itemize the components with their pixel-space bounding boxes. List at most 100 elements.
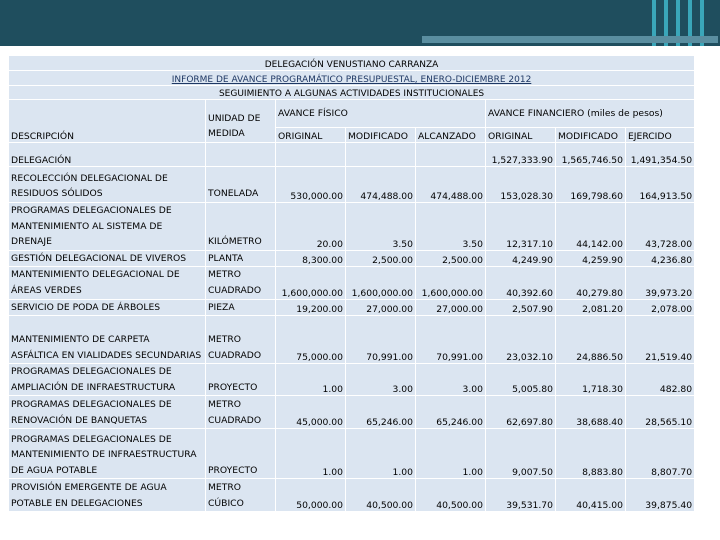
- table-row-delegacion: DELEGACIÓN 1,527,333.90 1,565,746.50 1,4…: [8, 142, 696, 167]
- row-unidad: PROYECTO: [205, 363, 276, 397]
- row-original: 1,600,000.00: [275, 266, 346, 300]
- row-original: 530,000.00: [275, 166, 346, 203]
- row-description: PROGRAMAS DELEGACIONALES DE MANTENIMIENTO…: [8, 202, 206, 251]
- row-unidad: TONELADA: [205, 166, 276, 203]
- row-original-financiero: 12,317.10: [485, 202, 556, 251]
- row-ejercido: 482.80: [624, 363, 696, 397]
- col-header-avance-financiero: AVANCE FINANCIERO (miles de pesos): [484, 99, 696, 128]
- row-unidad: METRO CUADRADO: [205, 395, 276, 430]
- table-row: GESTIÓN DELEGACIONAL DE VIVEROS PLANTA 8,3…: [8, 249, 696, 268]
- row-original-financiero: 9,007.50: [485, 428, 556, 480]
- row-ejercido: 8,807.70: [624, 428, 696, 480]
- row-unidad: METRO CUADRADO: [205, 266, 276, 300]
- table-row: PROGRAMAS DELEGACIONALES DE MANTENIMIENTO…: [8, 428, 696, 480]
- row-original: 20.00: [275, 202, 346, 251]
- row-alcanzado: 27,000.00: [415, 298, 486, 317]
- row-modificado: 65,246.00: [345, 395, 416, 430]
- row-modificado-financiero: 2,081.20: [555, 298, 626, 317]
- row-description: SERVICIO DE PODA DE ÁRBOLES: [8, 298, 206, 317]
- row-unidad: PIEZA: [205, 298, 276, 317]
- row-description: GESTIÓN DELEGACIONAL DE VIVEROS: [8, 249, 206, 268]
- row-ejercido: 43,728.00: [624, 202, 696, 251]
- delegacion-modificado: 1,565,746.50: [555, 142, 626, 167]
- delegacion-label: DELEGACIÓN: [8, 142, 206, 167]
- row-modificado: 3.00: [345, 363, 416, 397]
- col-header-descripcion: DESCRIPCIÓN: [8, 99, 206, 143]
- row-ejercido: 4,236.80: [624, 249, 696, 268]
- row-original: 45,000.00: [275, 395, 346, 430]
- col-header-original-financiero: ORIGINAL: [485, 127, 556, 143]
- row-ejercido: 21,519.40: [624, 315, 696, 365]
- row-alcanzado: 1.00: [415, 428, 486, 480]
- col-header-original: ORIGINAL: [275, 127, 346, 143]
- row-modificado: 27,000.00: [345, 298, 416, 317]
- row-alcanzado: 3.50: [415, 202, 486, 251]
- row-ejercido: 2,078.00: [624, 298, 696, 317]
- row-original-financiero: 153,028.30: [485, 166, 556, 203]
- col-header-avance-fisico: AVANCE FÍSICO: [275, 99, 486, 128]
- delegacion-ejercido: 1,491,354.50: [624, 142, 696, 167]
- row-modificado: 1,600,000.00: [345, 266, 416, 300]
- row-original-financiero: 23,032.10: [485, 315, 556, 365]
- row-description: PROGRAMAS DELEGACIONALES DE MANTENIMIENTO…: [8, 428, 206, 480]
- row-description: PROGRAMAS DELEGACIONALES DE AMPLIACIÓN DE…: [8, 363, 206, 397]
- row-ejercido: 164,913.50: [624, 166, 696, 203]
- col-header-modificado: MODIFICADO: [345, 127, 416, 143]
- row-ejercido: 39,875.40: [624, 478, 696, 513]
- row-modificado-financiero: 40,415.00: [555, 478, 626, 513]
- row-alcanzado: 1,600,000.00: [415, 266, 486, 300]
- row-description: RECOLECCIÓN DELEGACIONAL DE RESIDUOS SÓLI…: [8, 166, 206, 203]
- row-modificado-financiero: 1,718.30: [555, 363, 626, 397]
- row-modificado: 1.00: [345, 428, 416, 480]
- row-modificado-financiero: 40,279.80: [555, 266, 626, 300]
- report-subtitle: INFORME DE AVANCE PROGRAMÁTICO PRESUPUES…: [7, 70, 696, 86]
- row-description: MANTENIMIENTO DELEGACIONAL DE ÁREAS VERDE…: [8, 266, 206, 300]
- row-alcanzado: 2,500.00: [415, 249, 486, 268]
- col-header-ejercido: EJERCIDO: [624, 127, 696, 143]
- row-ejercido: 28,565.10: [624, 395, 696, 430]
- row-alcanzado: 40,500.00: [415, 478, 486, 513]
- row-original-financiero: 2,507.90: [485, 298, 556, 317]
- row-original: 1.00: [275, 363, 346, 397]
- row-original-financiero: 39,531.70: [485, 478, 556, 513]
- report-title: DELEGACIÓN VENUSTIANO CARRANZA: [7, 55, 696, 71]
- row-unidad: PROYECTO: [205, 428, 276, 480]
- table-row: MANTENIMIENTO DE CARPETA ASFÁLTICA EN VIA…: [8, 315, 696, 365]
- table-row: SERVICIO DE PODA DE ÁRBOLES PIEZA 19,200.0…: [8, 298, 696, 317]
- row-modificado-financiero: 24,886.50: [555, 315, 626, 365]
- col-header-alcanzado: ALCANZADO: [415, 127, 486, 143]
- row-modificado: 3.50: [345, 202, 416, 251]
- row-modificado-financiero: 38,688.40: [555, 395, 626, 430]
- row-description: MANTENIMIENTO DE CARPETA ASFÁLTICA EN VIA…: [8, 315, 206, 365]
- row-modificado: 70,991.00: [345, 315, 416, 365]
- row-alcanzado: 70,991.00: [415, 315, 486, 365]
- decorative-accent-bar: [422, 36, 718, 43]
- row-unidad: METRO CÚBICO: [205, 478, 276, 513]
- row-original: 8,300.00: [275, 249, 346, 268]
- row-original: 1.00: [275, 428, 346, 480]
- row-modificado-financiero: 169,798.60: [555, 166, 626, 203]
- col-header-unidad: UNIDAD DE MEDIDA: [205, 99, 276, 143]
- row-original: 19,200.00: [275, 298, 346, 317]
- table-row: PROGRAMAS DELEGACIONALES DE RENOVACIÓN DE…: [8, 395, 696, 430]
- delegacion-original: 1,527,333.90: [485, 142, 556, 167]
- row-original: 75,000.00: [275, 315, 346, 365]
- row-modificado: 2,500.00: [345, 249, 416, 268]
- row-modificado: 40,500.00: [345, 478, 416, 513]
- report-table: DELEGACIÓN VENUSTIANO CARRANZA INFORME D…: [7, 55, 696, 513]
- row-description: PROGRAMAS DELEGACIONALES DE RENOVACIÓN DE…: [8, 395, 206, 430]
- row-alcanzado: 474,488.00: [415, 166, 486, 203]
- row-alcanzado: 65,246.00: [415, 395, 486, 430]
- row-original-financiero: 4,249.90: [485, 249, 556, 268]
- row-unidad: PLANTA: [205, 249, 276, 268]
- report-section-title: SEGUIMIENTO A ALGUNAS ACTIVIDADES INSTIT…: [7, 85, 696, 100]
- row-unidad: KILÓMETRO: [205, 202, 276, 251]
- col-header-modificado-financiero: MODIFICADO: [555, 127, 626, 143]
- row-original-financiero: 5,005.80: [485, 363, 556, 397]
- table-row: RECOLECCIÓN DELEGACIONAL DE RESIDUOS SÓLI…: [8, 166, 696, 203]
- row-original: 50,000.00: [275, 478, 346, 513]
- row-ejercido: 39,973.20: [624, 266, 696, 300]
- row-modificado-financiero: 4,259.90: [555, 249, 626, 268]
- row-modificado-financiero: 8,883.80: [555, 428, 626, 480]
- row-original-financiero: 40,392.60: [485, 266, 556, 300]
